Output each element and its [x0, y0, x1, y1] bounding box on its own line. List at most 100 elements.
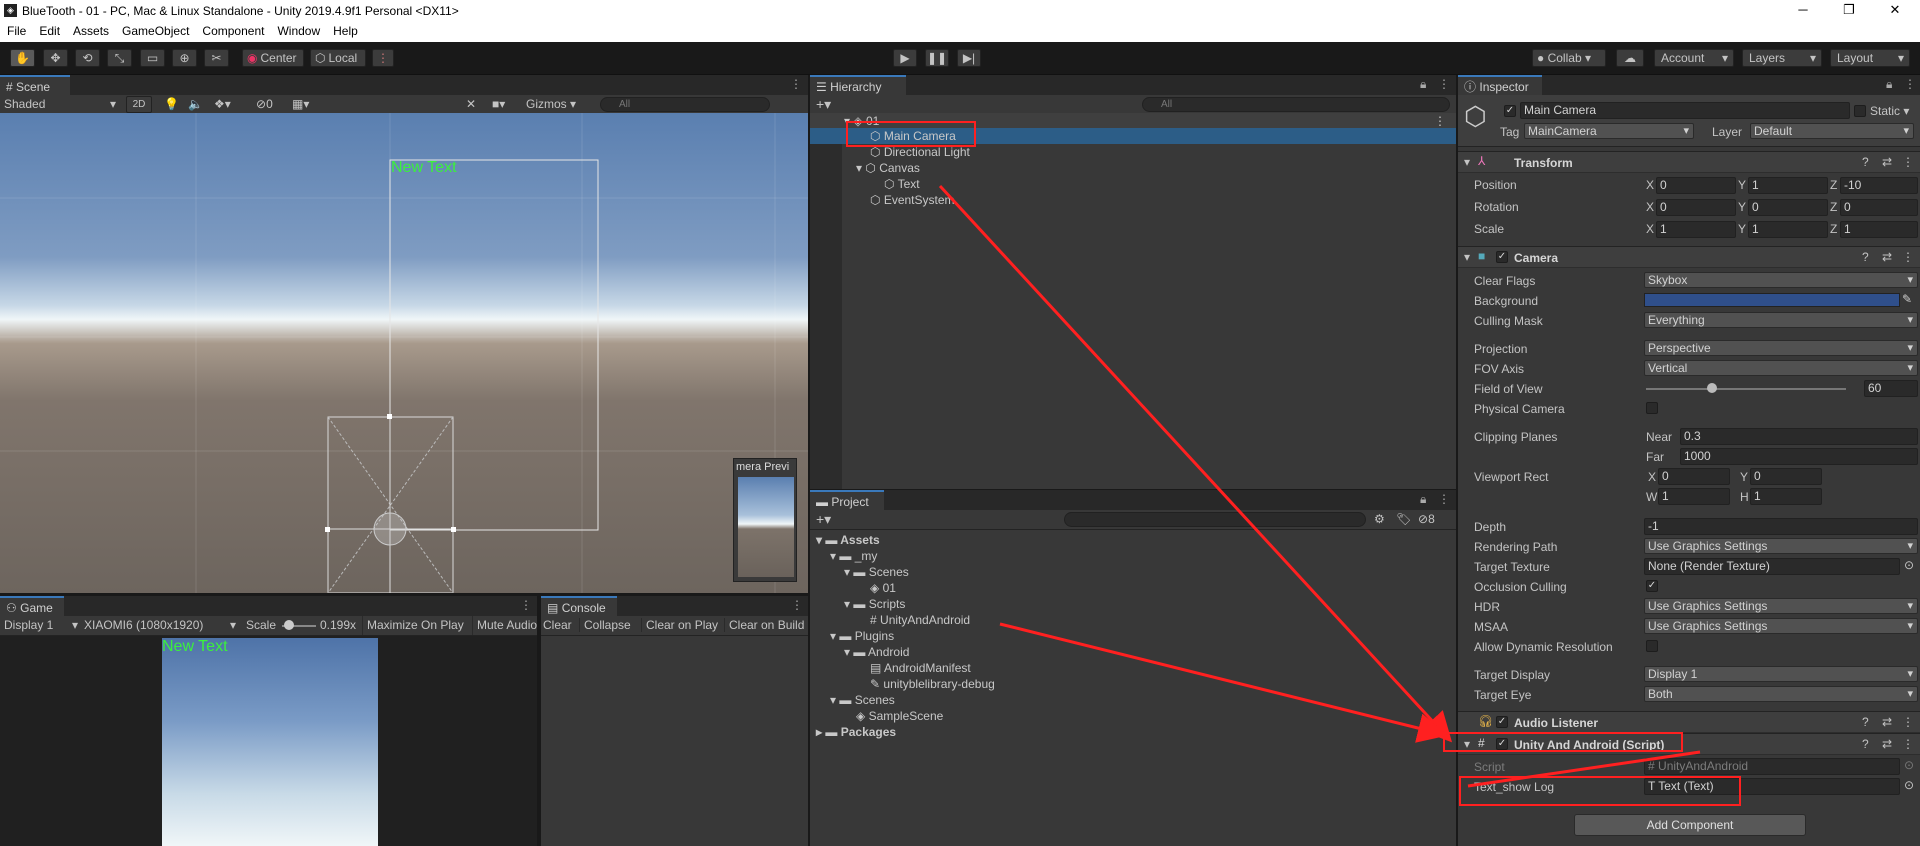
tag-dropdown[interactable]: MainCamera	[1524, 123, 1694, 139]
target-display-dropdown[interactable]: Display 1	[1644, 666, 1918, 682]
depth-field[interactable]: -1	[1644, 518, 1918, 535]
dynamic-resolution-checkbox[interactable]	[1646, 640, 1658, 652]
layers-dropdown[interactable]: Layers ▾	[1742, 49, 1822, 67]
scene-search-input[interactable]: All	[600, 97, 770, 112]
hierarchy-item-canvas[interactable]: ▾ ⬡ Canvas	[810, 160, 1456, 176]
collab-dropdown[interactable]: ● Collab ▾	[1532, 49, 1606, 67]
project-item-assets[interactable]: ▾ ▬ Assets	[810, 532, 880, 548]
gizmos-dropdown[interactable]: Gizmos ▾	[526, 97, 588, 111]
kebab-menu-icon[interactable]: ⋮	[1438, 77, 1450, 91]
rotation-y-field[interactable]: 0	[1748, 199, 1828, 216]
static-dropdown[interactable]: Static ▾	[1870, 104, 1916, 118]
preset-icon[interactable]: ⇄	[1882, 155, 1892, 169]
hierarchy-item-text[interactable]: ⬡ Text	[810, 176, 1456, 192]
toggle-2d-button[interactable]: 2D	[126, 96, 152, 113]
mute-audio-toggle[interactable]: Mute Audio	[472, 616, 537, 635]
kebab-menu-icon[interactable]: ⋮	[1438, 492, 1450, 506]
hand-tool-icon[interactable]: ✋	[10, 49, 35, 67]
rotation-z-field[interactable]: 0	[1840, 199, 1918, 216]
project-search-input[interactable]	[1064, 512, 1366, 527]
camera-icon[interactable]: ■▾	[492, 97, 505, 111]
add-icon[interactable]: +▾	[816, 96, 831, 113]
physical-camera-checkbox[interactable]	[1646, 402, 1658, 414]
lighting-icon[interactable]: 💡	[164, 97, 179, 111]
position-z-field[interactable]: -10	[1840, 177, 1918, 194]
project-item-androidmanifest[interactable]: ▤ AndroidManifest	[810, 660, 971, 676]
move-tool-icon[interactable]: ✥	[43, 49, 68, 67]
viewport-h-field[interactable]: 1	[1750, 488, 1822, 505]
scale-slider-thumb[interactable]	[284, 620, 294, 630]
audio-listener-header[interactable]: 🎧︎ ✓ Audio Listener ? ⇄ ⋮	[1458, 711, 1920, 733]
pivot-handle[interactable]	[373, 512, 407, 546]
menu-edit[interactable]: Edit	[32, 22, 66, 38]
rotate-tool-icon[interactable]: ⟲	[75, 49, 100, 67]
scale-tool-icon[interactable]: ⤡	[107, 49, 132, 67]
filter-label-icon[interactable]: 🏷︎	[1396, 512, 1411, 526]
preset-icon[interactable]: ⇄	[1882, 715, 1892, 729]
msaa-dropdown[interactable]: Use Graphics Settings	[1644, 618, 1918, 634]
kebab-menu-icon[interactable]: ⋮	[1902, 715, 1914, 729]
project-item-scene-01[interactable]: ◈ 01	[810, 580, 896, 596]
tab-scene[interactable]: # Scene	[0, 75, 70, 95]
position-y-field[interactable]: 1	[1748, 177, 1828, 194]
layout-dropdown[interactable]: Layout ▾	[1830, 49, 1910, 67]
object-picker-icon[interactable]: ⊙	[1904, 558, 1914, 572]
minimize-button[interactable]: ─	[1780, 0, 1826, 22]
hidden-packages-icon[interactable]: ⊘8	[1418, 512, 1435, 526]
pivot-local-button[interactable]: ⬡ Local	[310, 49, 366, 67]
display-dropdown[interactable]: Display 1 ▾	[4, 618, 78, 632]
help-icon[interactable]: ?	[1862, 715, 1869, 729]
fov-field[interactable]: 60	[1864, 380, 1918, 397]
scene-viewport[interactable]: New Text mera Previ	[0, 113, 808, 593]
scale-y-field[interactable]: 1	[1748, 221, 1828, 238]
scale-x-field[interactable]: 1	[1656, 221, 1736, 238]
audio-icon[interactable]: 🔈	[188, 97, 203, 111]
project-item-plugins[interactable]: ▾ ▬ Plugins	[810, 628, 894, 644]
projection-dropdown[interactable]: Perspective	[1644, 340, 1918, 356]
project-item-android[interactable]: ▾ ▬ Android	[810, 644, 909, 660]
close-button[interactable]: ✕	[1872, 0, 1918, 22]
console-clear-on-play-button[interactable]: Clear on Play	[641, 618, 718, 632]
menu-file[interactable]: File	[0, 22, 32, 38]
fov-slider-thumb[interactable]	[1707, 383, 1717, 393]
menu-gameobject[interactable]: GameObject	[115, 22, 195, 38]
menu-window[interactable]: Window	[270, 22, 326, 38]
console-clear-button[interactable]: Clear	[543, 618, 572, 632]
static-checkbox[interactable]	[1854, 105, 1866, 117]
viewport-w-field[interactable]: 1	[1658, 488, 1730, 505]
pivot-center-button[interactable]: ◉ Center	[242, 49, 304, 67]
object-name-field[interactable]: Main Camera	[1520, 102, 1850, 119]
culling-mask-dropdown[interactable]: Everything	[1644, 312, 1918, 328]
tab-project[interactable]: ▬ Project	[810, 490, 884, 510]
kebab-menu-icon[interactable]: ⋮	[1902, 737, 1914, 751]
tab-hierarchy[interactable]: ☰ Hierarchy	[810, 75, 906, 95]
grid-toggle-icon[interactable]: ▦▾	[292, 97, 309, 111]
help-icon[interactable]: ?	[1862, 737, 1869, 751]
step-button[interactable]: ▶|	[957, 49, 981, 67]
add-icon[interactable]: +▾	[816, 511, 831, 528]
audio-listener-enabled-checkbox[interactable]: ✓	[1496, 716, 1508, 728]
project-item-scripts[interactable]: ▾ ▬ Scripts	[810, 596, 905, 612]
kebab-menu-icon[interactable]: ⋮	[520, 598, 532, 612]
lock-icon[interactable]: 🔒︎	[1886, 77, 1892, 92]
grid-snap-icon[interactable]: ⋮	[372, 49, 394, 67]
tab-inspector[interactable]: ⓘ Inspector	[1458, 75, 1542, 95]
position-x-field[interactable]: 0	[1656, 177, 1736, 194]
maximize-on-play-toggle[interactable]: Maximize On Play	[362, 616, 468, 635]
project-item-packages[interactable]: ▸ ▬ Packages	[810, 724, 896, 740]
add-component-button[interactable]: Add Component	[1574, 814, 1806, 836]
camera-header[interactable]: ▾ ■ ✓ Camera ? ⇄ ⋮	[1458, 246, 1920, 268]
transform-header[interactable]: ▾ ⅄ Transform ? ⇄ ⋮	[1458, 151, 1920, 173]
cloud-icon[interactable]: ☁	[1616, 49, 1644, 67]
object-active-checkbox[interactable]: ✓	[1504, 105, 1516, 117]
preset-icon[interactable]: ⇄	[1882, 250, 1892, 264]
project-item-scenes-root[interactable]: ▾ ▬ Scenes	[810, 692, 895, 708]
kebab-menu-icon[interactable]: ⋮	[1902, 155, 1914, 169]
occlusion-culling-checkbox[interactable]: ✓	[1646, 580, 1658, 592]
kebab-menu-icon[interactable]: ⋮	[790, 77, 802, 91]
background-color-swatch[interactable]	[1644, 293, 1900, 307]
clear-flags-dropdown[interactable]: Skybox	[1644, 272, 1918, 288]
shading-mode-dropdown[interactable]: Shaded ▾	[4, 97, 118, 113]
help-icon[interactable]: ?	[1862, 155, 1869, 169]
rotation-x-field[interactable]: 0	[1656, 199, 1736, 216]
